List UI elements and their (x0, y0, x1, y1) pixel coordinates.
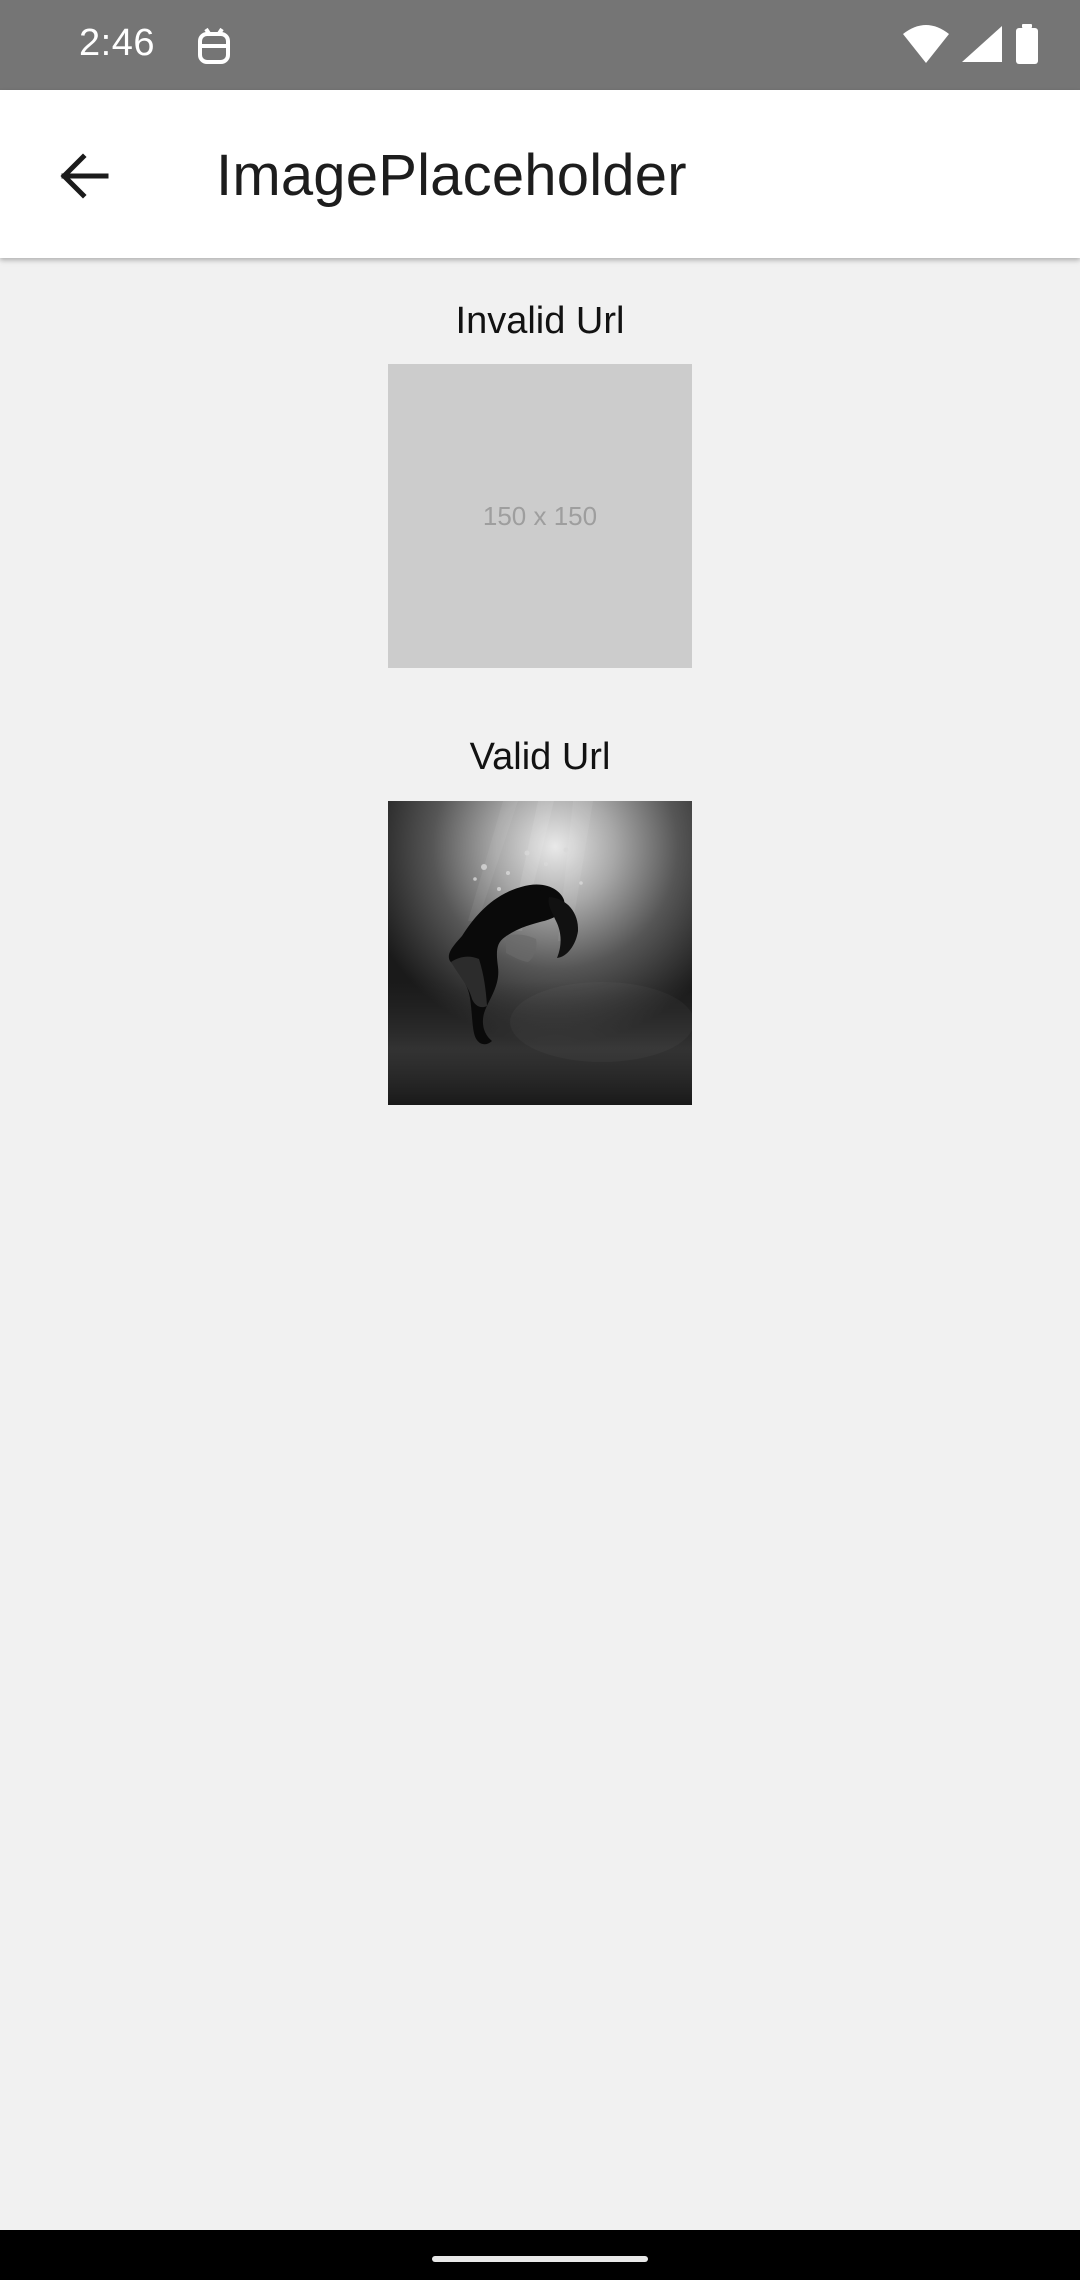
android-debug-icon (196, 26, 232, 66)
valid-url-label: Valid Url (469, 736, 611, 778)
status-icons (902, 23, 1040, 69)
arrow-back-icon (56, 148, 112, 209)
status-time: 2:46 (79, 22, 155, 64)
wifi-icon (902, 24, 950, 69)
home-gesture-handle[interactable] (432, 2256, 648, 2262)
back-button[interactable] (46, 140, 122, 216)
invalid-url-label: Invalid Url (455, 300, 625, 342)
underwater-person-photo (388, 801, 692, 1105)
cellular-signal-icon (960, 24, 1004, 69)
page-title: ImagePlaceholder (216, 143, 687, 208)
app-bar: ImagePlaceholder (0, 90, 1080, 258)
battery-icon (1014, 23, 1040, 69)
navigation-bar (0, 2230, 1080, 2280)
placeholder-image: 150 x 150 (388, 364, 692, 668)
content: Invalid Url 150 x 150 Valid Url (0, 258, 1080, 2230)
status-bar: 2:46 (0, 0, 1080, 90)
placeholder-size-text: 150 x 150 (482, 500, 598, 531)
